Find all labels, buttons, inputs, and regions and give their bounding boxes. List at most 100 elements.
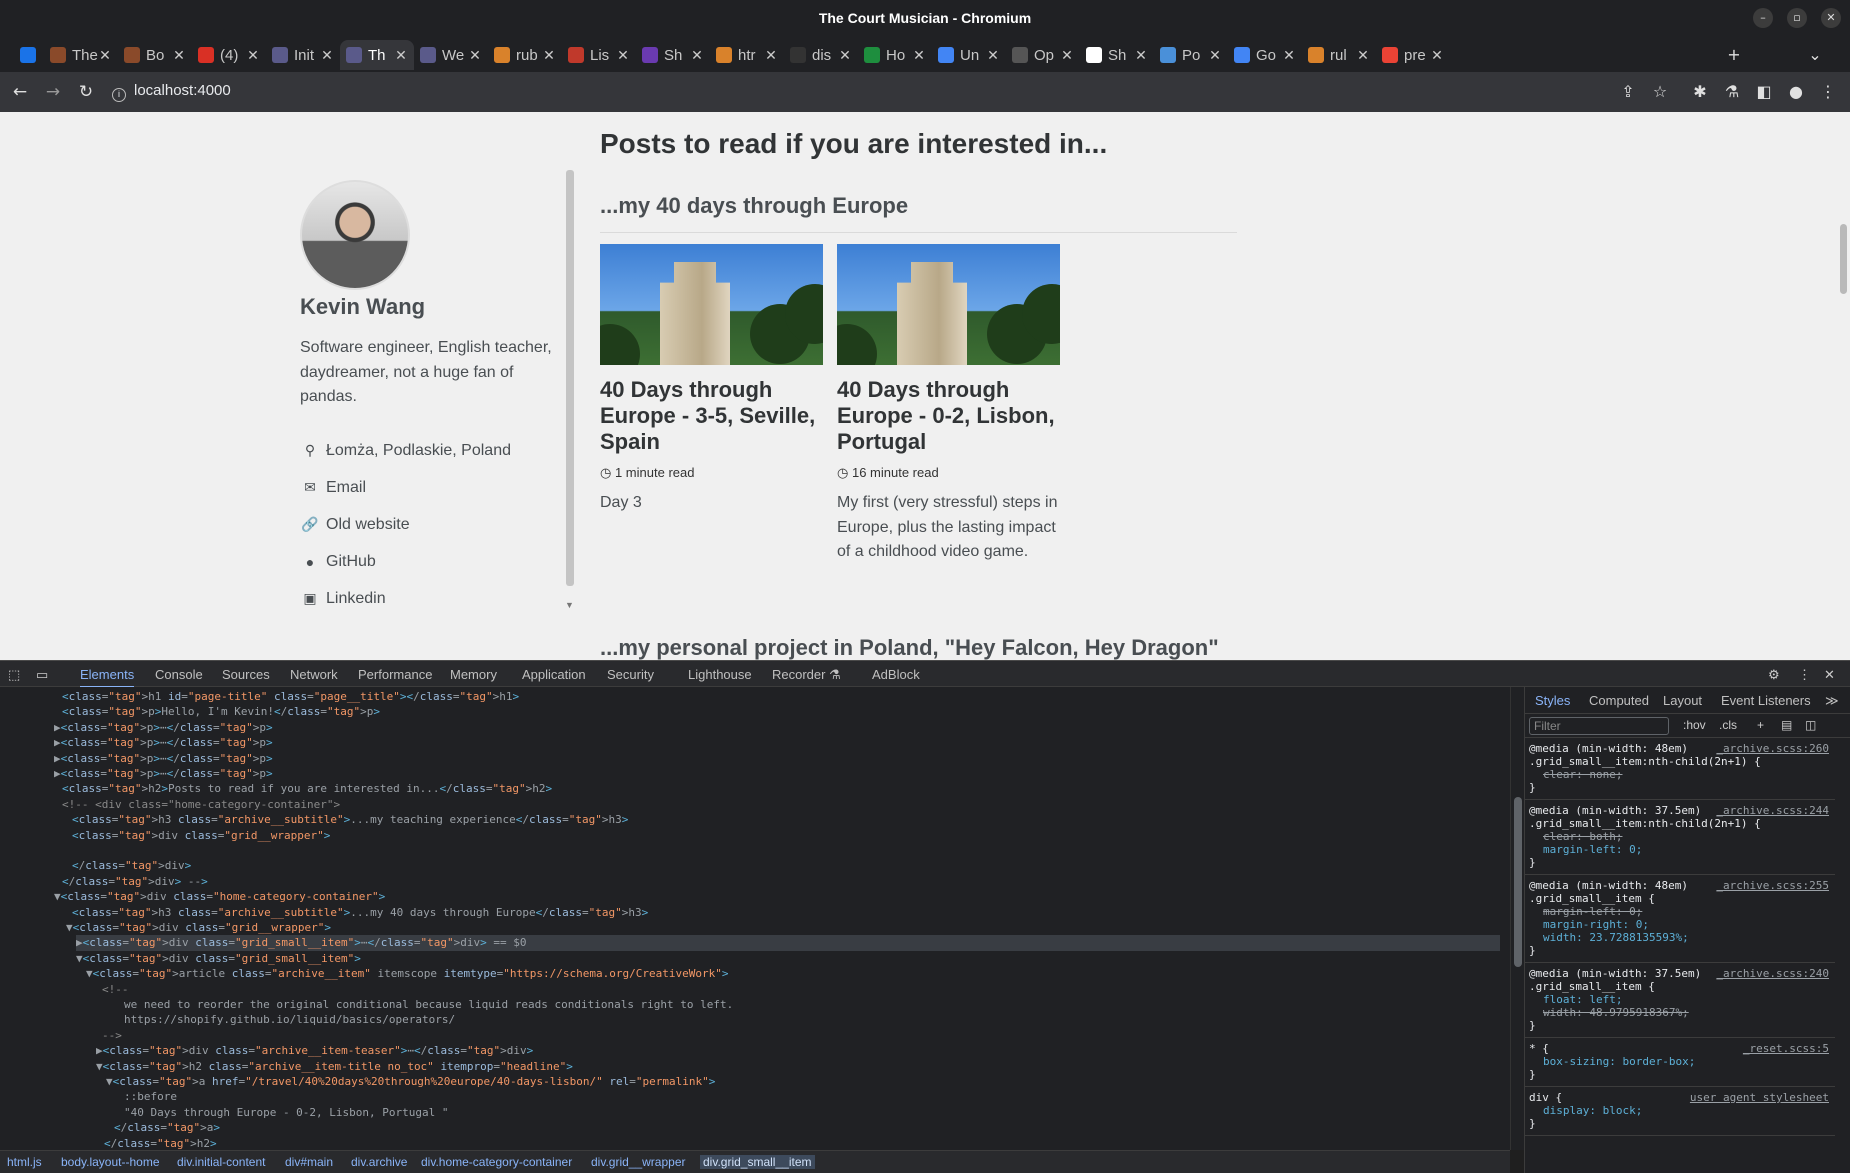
browser-tab[interactable]: Ho ✕ [858,40,932,70]
computed-sidebar-icon[interactable]: ◫ [1805,718,1816,732]
tab-search-chevron-icon[interactable]: ⌄ [1805,45,1825,65]
dom-node-line[interactable]: <!-- [102,982,1500,997]
css-source-link[interactable]: _archive.scss:255 [1716,879,1829,892]
tab-close-icon[interactable]: ✕ [542,47,556,64]
dom-node-line[interactable]: ▼<class="tag">div class="grid__wrapper"> [66,920,1500,935]
dom-node-line[interactable]: ▶<class="tag">p>⋯</class="tag">p> [54,735,1500,750]
devtools-tab[interactable]: Memory [450,667,497,682]
restore-button[interactable]: ▫ [1787,8,1807,28]
devtools-close-icon[interactable]: ✕ [1824,667,1835,683]
dom-node-line[interactable]: ▶<class="tag">div class="archive__item-t… [96,1043,1500,1058]
post-teaser-image[interactable] [600,244,823,365]
dom-node-line[interactable]: ▼<class="tag">h2 class="archive__item-ti… [96,1059,1500,1074]
dom-node-line[interactable]: ▼<class="tag">a href="/travel/40%20days%… [106,1074,1500,1089]
device-toolbar-icon[interactable]: ▭ [36,667,48,683]
dom-node-line[interactable]: ▶<class="tag">p>⋯</class="tag">p> [54,766,1500,781]
page-scroll-thumb[interactable] [1840,224,1847,294]
dom-node-line[interactable]: we need to reorder the original conditio… [124,997,1500,1012]
breadcrumb-item[interactable]: html.js [4,1155,45,1169]
breadcrumb-item[interactable]: div.archive [348,1155,410,1169]
browser-tab[interactable]: (4) ✕ [192,40,266,70]
browser-tab[interactable]: We ✕ [414,40,488,70]
css-declaration[interactable]: box-sizing: border-box; [1529,1055,1829,1068]
breadcrumb-item[interactable]: div.initial-content [174,1155,269,1169]
sidebar-scroll-down-icon[interactable]: ▼ [565,600,574,610]
css-declaration[interactable]: clear: none; [1529,768,1829,781]
css-declaration[interactable]: margin-right: 0; [1529,918,1829,931]
tab-close-icon[interactable]: ✕ [246,47,260,64]
browser-tab[interactable]: Go ✕ [1228,40,1302,70]
devtools-tab[interactable]: Console [155,667,203,682]
dom-node-line[interactable]: ▼<class="tag">article class="archive__it… [86,966,1500,981]
author-link[interactable]: ✉ Email [300,469,511,506]
css-declaration[interactable]: margin-left: 0; [1529,843,1829,856]
url-field[interactable]: i localhost:4000 [112,82,231,102]
css-declaration[interactable]: margin-left: 0; [1529,905,1829,918]
browser-tab[interactable]: Sh ✕ [636,40,710,70]
dom-node-line[interactable]: </class="tag">div> --> [62,874,1500,889]
styles-filter-input[interactable]: Filter [1529,717,1669,735]
new-tab-button[interactable]: + [1724,45,1744,65]
dom-node-line[interactable]: ▼<class="tag">div class="grid_small__ite… [76,951,1500,966]
share-icon[interactable]: ⇪ [1618,82,1638,102]
post-teaser-image[interactable] [837,244,1060,365]
dom-node-line[interactable]: <!-- <div class="home-category-container… [62,797,1500,812]
breadcrumb-item[interactable]: div.grid_small__item [700,1155,815,1169]
site-info-icon[interactable]: i [112,88,126,102]
css-source-link[interactable]: _archive.scss:244 [1716,804,1829,817]
hov-toggle[interactable]: :hov [1683,718,1706,732]
css-declaration[interactable]: clear: both; [1529,830,1829,843]
browser-tab[interactable]: rub ✕ [488,40,562,70]
browser-tab[interactable]: dis ✕ [784,40,858,70]
tab-close-icon[interactable]: ✕ [690,47,704,64]
dom-node-line[interactable]: </class="tag">div> [72,858,1500,873]
browser-tab[interactable]: Init ✕ [266,40,340,70]
forward-arrow-icon[interactable]: → [43,82,63,102]
browser-tab[interactable]: Lis ✕ [562,40,636,70]
author-link[interactable]: ● GitHub [300,543,511,580]
tab-close-icon[interactable]: ✕ [98,47,112,64]
dom-node-line[interactable] [72,843,1500,858]
devtools-tab[interactable]: Application [522,667,586,682]
devtools-tab[interactable]: Lighthouse [688,667,752,682]
dom-node-line[interactable]: https://shopify.github.io/liquid/basics/… [124,1012,1500,1027]
breadcrumb-item[interactable]: div.grid__wrapper [588,1155,689,1169]
devtools-tab[interactable]: Elements [80,667,135,688]
dom-node-line[interactable]: <class="tag">h3 class="archive__subtitle… [72,812,1500,827]
styles-subtab[interactable]: Computed [1589,693,1649,708]
browser-tab[interactable]: Un ✕ [932,40,1006,70]
dom-node-line[interactable]: ▶<class="tag">div class="grid_small__ite… [76,935,1500,951]
css-rule[interactable]: _reset.scss:5 * {box-sizing: border-box;} [1529,1042,1829,1081]
dom-node-line[interactable]: "40 Days through Europe - 0-2, Lisbon, P… [124,1105,1500,1120]
css-rule[interactable]: _archive.scss:240 @media (min-width: 37.5… [1529,967,1829,1032]
browser-tab[interactable]: Po ✕ [1154,40,1228,70]
css-declaration[interactable]: display: block; [1529,1104,1829,1117]
breadcrumb-item[interactable]: div#main [282,1155,336,1169]
tab-close-icon[interactable]: ✕ [172,47,186,64]
inspect-element-icon[interactable]: ⬚ [8,667,20,683]
tab-close-icon[interactable]: ✕ [1134,47,1148,64]
browser-tab[interactable]: Th ✕ [340,40,414,70]
devtools-tab[interactable]: AdBlock [872,667,920,682]
css-rule[interactable]: user agent stylesheet div {display: block… [1529,1091,1829,1130]
css-declaration[interactable]: width: 23.7288135593%; [1529,931,1829,944]
minimize-button[interactable]: – [1753,8,1773,28]
browser-tab[interactable]: Sh ✕ [1080,40,1154,70]
tab-close-icon[interactable]: ✕ [986,47,1000,64]
dom-node-line[interactable]: </class="tag">a> [114,1120,1500,1135]
page-scrollbar[interactable] [1836,112,1850,660]
dom-node-line[interactable]: <class="tag">h2>Posts to read if you are… [62,781,1500,796]
devtools-tab[interactable]: Sources [222,667,270,682]
more-tabs-icon[interactable]: ≫ [1825,693,1839,709]
profile-icon[interactable]: ● [1786,82,1806,102]
elements-tree[interactable]: <class="tag">h1 id="page-title" class="p… [0,687,1510,1150]
tab-close-icon[interactable]: ✕ [320,47,334,64]
devtools-more-icon[interactable]: ⋮ [1798,667,1811,683]
styles-subtab[interactable]: Styles [1535,693,1570,708]
dom-node-line[interactable]: ▶<class="tag">p>⋯</class="tag">p> [54,751,1500,766]
devtools-tab[interactable]: Security [607,667,654,682]
menu-kebab-icon[interactable]: ⋮ [1818,82,1838,102]
side-panel-icon[interactable]: ◧ [1754,82,1774,102]
close-window-button[interactable]: ✕ [1821,8,1841,28]
css-rule[interactable]: _archive.scss:244 @media (min-width: 37.5… [1529,804,1829,869]
